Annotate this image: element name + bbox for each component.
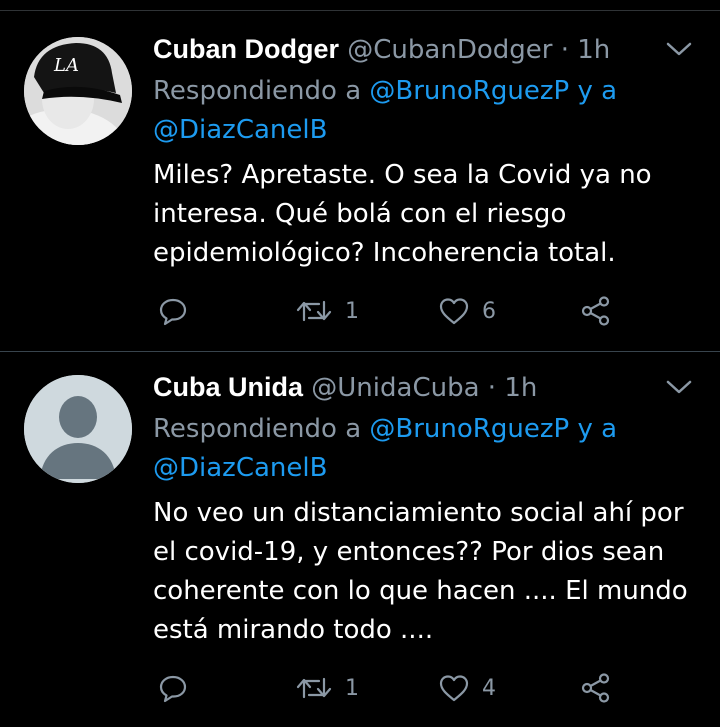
author-name[interactable]: Cuba Unida <box>153 372 303 402</box>
replying-to: Respondiendo a @BrunoRguezP y a @DiazCan… <box>153 72 673 150</box>
replying-prefix: Respondiendo a <box>153 414 362 444</box>
action-bar: 1 6 <box>153 291 673 331</box>
retweet-icon <box>296 677 332 699</box>
avatar[interactable]: LA <box>24 37 132 145</box>
tweet-header: Cuba Unida @UnidaCuba · 1h <box>153 369 537 406</box>
share-button[interactable] <box>580 291 612 331</box>
meta-separator: · <box>487 373 497 403</box>
reply-mention-1[interactable]: @BrunoRguezP <box>369 76 569 106</box>
author-handle[interactable]: @UnidaCuba <box>311 373 479 403</box>
tweet-time[interactable]: 1h <box>504 373 537 403</box>
author-name[interactable]: Cuban Dodger <box>153 34 339 64</box>
replying-prefix: Respondiendo a <box>153 76 362 106</box>
reply-mention-2[interactable]: @DiazCanelB <box>153 453 327 483</box>
like-count: 6 <box>482 298 496 324</box>
avatar[interactable] <box>24 375 132 483</box>
retweet-count: 1 <box>345 675 359 701</box>
reply-and: y a <box>577 76 618 106</box>
retweet-count: 1 <box>345 298 359 324</box>
tweet-text: Miles? Apretaste. O sea la Covid ya no i… <box>153 160 652 268</box>
default-profile-avatar-icon <box>24 375 132 483</box>
author-handle[interactable]: @CubanDodger <box>347 35 552 65</box>
reply-mention-2[interactable]: @DiazCanelB <box>153 115 327 145</box>
replying-to: Respondiendo a @BrunoRguezP y a @DiazCan… <box>153 410 673 488</box>
reply-button[interactable] <box>158 668 188 708</box>
reply-icon <box>159 675 187 703</box>
chevron-down-icon[interactable] <box>664 39 694 59</box>
meta-separator: · <box>560 35 569 65</box>
action-bar: 1 4 <box>153 668 673 708</box>
svg-text:LA: LA <box>53 55 79 76</box>
reply-mention-1[interactable]: @BrunoRguezP <box>369 414 569 444</box>
like-button[interactable]: 6 <box>438 291 496 331</box>
share-button[interactable] <box>580 668 612 708</box>
chevron-down-icon[interactable] <box>664 377 694 397</box>
reply-and: y a <box>577 414 618 444</box>
heart-icon <box>439 298 469 325</box>
retweet-button[interactable]: 1 <box>295 291 359 331</box>
share-icon <box>581 673 610 703</box>
share-icon <box>581 296 610 326</box>
tweet-text: No veo un distanciamiento social ahí por… <box>153 498 688 645</box>
reply-button[interactable] <box>158 291 188 331</box>
retweet-icon <box>296 300 332 322</box>
like-button[interactable]: 4 <box>438 668 496 708</box>
retweet-button[interactable]: 1 <box>295 668 359 708</box>
cap-photo-avatar-icon: LA <box>24 37 132 145</box>
tweet-header: Cuban Dodger @CubanDodger · 1h <box>153 31 610 68</box>
reply-icon <box>159 298 187 326</box>
tweet-time[interactable]: 1h <box>577 35 610 65</box>
like-count: 4 <box>482 675 496 701</box>
heart-icon <box>439 675 469 702</box>
